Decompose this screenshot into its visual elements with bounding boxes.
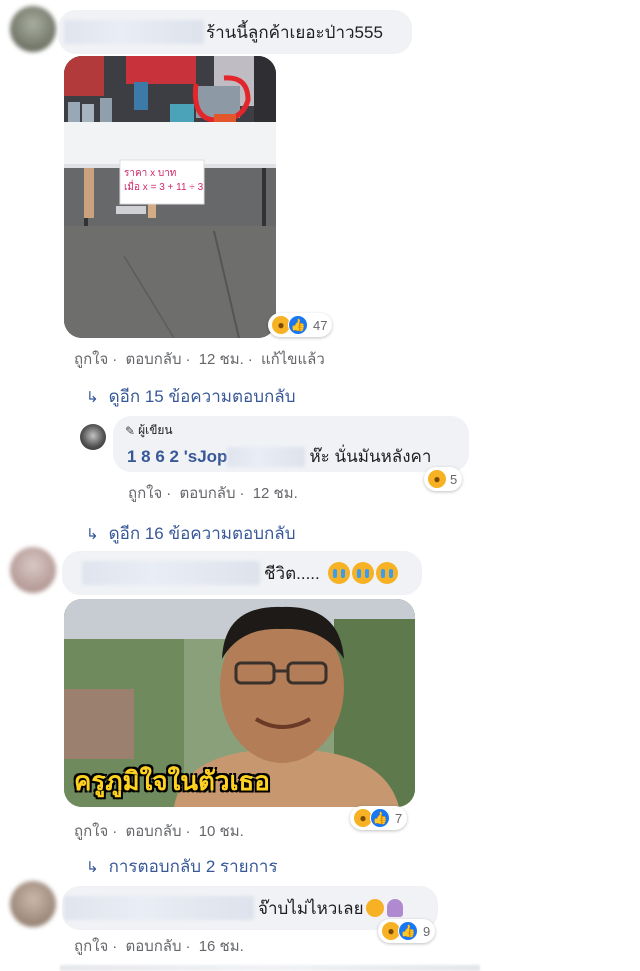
reply-text: ห๊ะ นั่นมันหลังคา: [309, 447, 432, 466]
reaction-summary[interactable]: ● 👍 7: [350, 806, 408, 830]
commenter-name[interactable]: [64, 896, 254, 920]
sign-line-1: ราคา x บาท: [124, 168, 177, 179]
comment-text: จ๊าบไม่ไหวเลย: [258, 898, 364, 918]
commenter-name[interactable]: [82, 561, 260, 585]
woman-shrugging-icon: [386, 899, 403, 917]
reply-link[interactable]: ตอบกลับ: [125, 351, 181, 368]
like-icon: 👍: [398, 921, 418, 941]
view-more-replies[interactable]: ↳ ดูอีก 15 ข้อความตอบกลับ: [86, 383, 296, 410]
like-link[interactable]: ถูกใจ: [128, 485, 162, 502]
reaction-count: 47: [313, 317, 328, 333]
reaction-count: 5: [450, 471, 458, 487]
crying-icon: [351, 562, 374, 584]
view-more-label: ดูอีก 15 ข้อความตอบกลับ: [108, 387, 296, 406]
comment-photo[interactable]: ราคา x บาท เมื่อ x = 3 + 11 ÷ 3: [64, 56, 276, 338]
view-more-replies[interactable]: ↳ ดูอีก 16 ข้อความตอบกลับ: [86, 520, 296, 547]
commenter-name[interactable]: [64, 20, 204, 44]
haha-icon: ●: [427, 469, 447, 489]
reply-link[interactable]: ตอบกลับ: [179, 485, 235, 502]
view-replies-label: การตอบกลับ 2 รายการ: [108, 857, 278, 876]
like-link[interactable]: ถูกใจ: [74, 823, 108, 840]
avatar[interactable]: [10, 881, 56, 927]
crying-emoji-group: [326, 562, 398, 584]
reaction-count: 9: [423, 923, 431, 939]
comment-bubble: ร้านนี้ลูกค้าเยอะป่าว555: [58, 10, 412, 54]
sign-line-2: เมื่อ x = 3 + 11 ÷ 3: [124, 182, 204, 193]
reply-link[interactable]: ตอบกลับ: [125, 823, 181, 840]
avatar[interactable]: [10, 547, 56, 593]
commenter-name[interactable]: 1 8 6 2 'sJop: [127, 447, 227, 467]
comment-text: ชีวิต.....: [264, 563, 320, 583]
comment-photo[interactable]: ครูภูมิใจในตัวเธอ: [64, 599, 415, 807]
reply-arrow-icon: ↳: [86, 388, 99, 406]
reply-link[interactable]: ตอบกลับ: [125, 938, 181, 955]
comment-actions: ถูกใจ · ตอบกลับ · 16 ชม.: [74, 938, 244, 955]
reply-arrow-icon: ↳: [86, 525, 99, 543]
reaction-summary[interactable]: ● 5: [424, 467, 463, 491]
photo-scene: [64, 56, 276, 338]
comment-actions: ถูกใจ · ตอบกลับ · 10 ชม.: [74, 823, 244, 840]
like-icon: 👍: [288, 315, 308, 335]
crying-icon: [327, 562, 350, 584]
grinning-sweat-icon: [365, 899, 384, 917]
view-more-label: ดูอีก 16 ข้อความตอบกลับ: [108, 524, 296, 543]
reaction-summary[interactable]: ● 👍 47: [268, 313, 333, 337]
crying-icon: [375, 562, 398, 584]
edited-label: แก้ไขแล้ว: [260, 351, 325, 368]
next-row-cut: [60, 965, 480, 971]
timestamp[interactable]: 12 ชม.: [199, 351, 244, 368]
timestamp[interactable]: 12 ชม.: [253, 485, 298, 502]
reply-actions: ถูกใจ · ตอบกลับ · 12 ชม.: [128, 485, 298, 502]
reply-bubble: ✎ ผู้เขียน 1 8 6 2 'sJop ห๊ะ นั่นมันหลัง…: [113, 416, 469, 472]
reply-arrow-icon: ↳: [86, 858, 99, 876]
timestamp[interactable]: 10 ชม.: [199, 823, 244, 840]
avatar[interactable]: [10, 6, 56, 52]
reaction-count: 7: [395, 810, 403, 826]
timestamp[interactable]: 16 ชม.: [199, 938, 244, 955]
reaction-summary[interactable]: ● 👍 9: [378, 919, 436, 943]
like-link[interactable]: ถูกใจ: [74, 351, 108, 368]
like-link[interactable]: ถูกใจ: [74, 938, 108, 955]
like-icon: 👍: [370, 808, 390, 828]
view-replies[interactable]: ↳ การตอบกลับ 2 รายการ: [86, 853, 278, 880]
name-blur: [227, 446, 306, 467]
author-badge: ✎ ผู้เขียน: [125, 423, 173, 438]
comment-actions: ถูกใจ · ตอบกลับ · 12 ชม. · แก้ไขแล้ว: [74, 351, 325, 368]
meme-caption: ครูภูมิใจในตัวเธอ: [74, 766, 270, 796]
pencil-icon: ✎: [125, 423, 136, 438]
avatar[interactable]: [80, 424, 106, 450]
comment-text: ร้านนี้ลูกค้าเยอะป่าว555: [206, 22, 383, 42]
comment-bubble: ชีวิต.....: [62, 551, 422, 595]
